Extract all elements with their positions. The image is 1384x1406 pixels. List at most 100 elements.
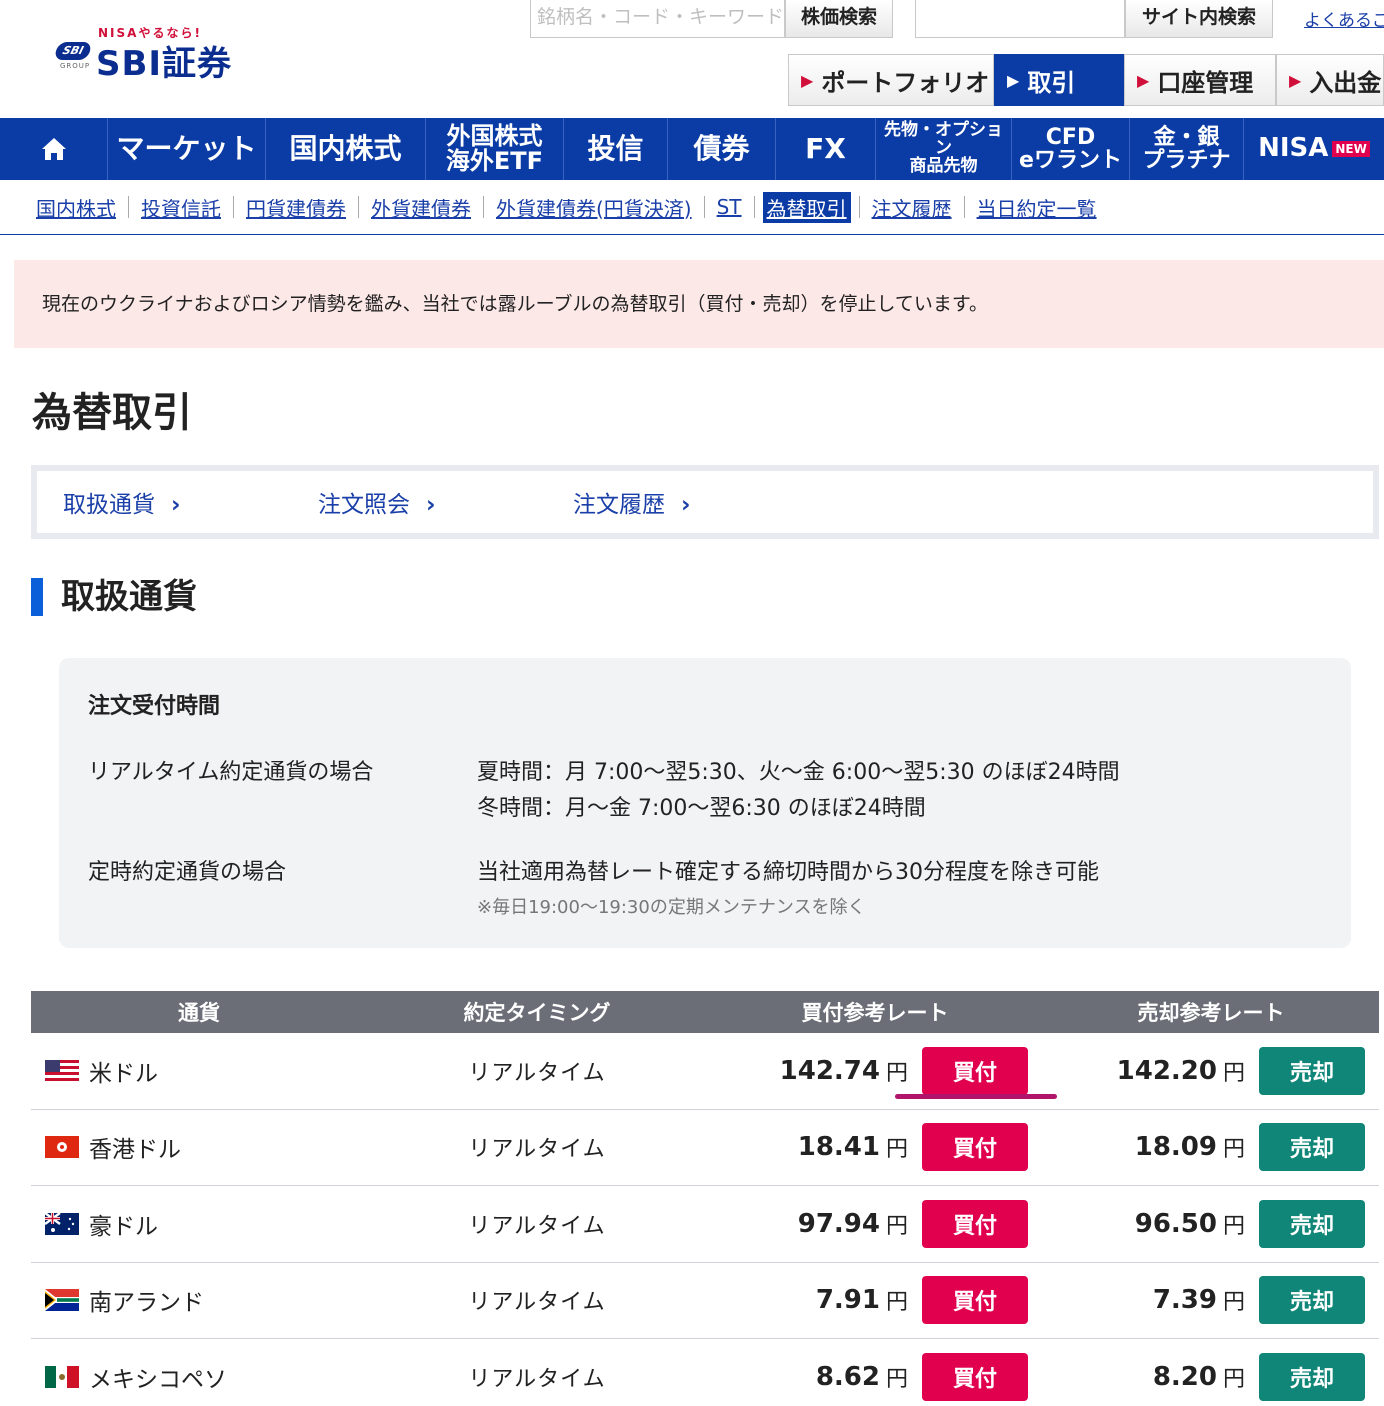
buy-cell: 142.74 円 買付 xyxy=(707,1046,1043,1095)
subnav-yen-bond[interactable]: 円貨建債券 xyxy=(234,193,358,222)
currency-cell: 南アランド xyxy=(31,1283,367,1317)
site-search-button[interactable]: サイト内検索 xyxy=(1125,0,1273,38)
anchor-currencies[interactable]: 取扱通貨 › xyxy=(63,485,318,519)
tab-label: 入出金 xyxy=(1309,68,1382,97)
nav-fx[interactable]: FX xyxy=(776,118,876,180)
yen-unit: 円 xyxy=(1222,1137,1245,1163)
anchor-label: 取扱通貨 xyxy=(63,492,155,518)
realtime-winter: 冬時間：月～金 7:00～翌6:30 のほぼ24時間 xyxy=(477,796,926,821)
buy-button[interactable]: 買付 xyxy=(922,1276,1028,1325)
sell-rate: 8.20 xyxy=(1152,1362,1217,1393)
buy-rate: 18.41 xyxy=(797,1132,880,1163)
anchor-order-history[interactable]: 注文履歴 › xyxy=(573,485,828,519)
subnav-order-history[interactable]: 注文履歴 xyxy=(860,193,964,222)
nav-futures[interactable]: 先物・オプション 商品先物 xyxy=(876,118,1012,180)
sell-button[interactable]: 売却 xyxy=(1259,1046,1365,1095)
nav-label: FX xyxy=(805,132,846,166)
nav-label-line2: 海外ETF xyxy=(445,147,544,175)
yen-unit: 円 xyxy=(885,1213,908,1239)
tab-deposit[interactable]: ▶ 入出金 xyxy=(1276,54,1384,106)
currency-cell: 米ドル xyxy=(31,1054,367,1088)
buy-button[interactable]: 買付 xyxy=(922,1046,1028,1095)
tab-label: ポートフォリオ xyxy=(821,68,990,97)
nav-label: 債券 xyxy=(693,132,750,166)
nav-gold[interactable]: 金・銀 プラチナ xyxy=(1130,118,1244,180)
yen-unit: 円 xyxy=(1222,1367,1245,1393)
yen-unit: 円 xyxy=(1222,1290,1245,1316)
subnav-today-executions[interactable]: 当日約定一覧 xyxy=(965,193,1109,222)
sub-nav: 国内株式 投資信託 円貨建債券 外貨建債券 外貨建債券(円貨決済) ST 為替取… xyxy=(0,180,1384,235)
sell-button[interactable]: 売却 xyxy=(1259,1199,1365,1248)
nav-label: 国内株式 xyxy=(289,132,402,166)
page-title: 為替取引 xyxy=(32,390,192,436)
table-row: 南アランド リアルタイム 7.91 円 買付 7.39 円 売却 xyxy=(31,1263,1379,1339)
logo-text: SBI証券 xyxy=(96,44,233,84)
subnav-fx-trade[interactable]: 為替取引 xyxy=(762,191,851,223)
col-currency: 通貨 xyxy=(178,1001,220,1025)
sell-button[interactable]: 売却 xyxy=(1259,1353,1365,1402)
subnav-domestic-stock[interactable]: 国内株式 xyxy=(34,193,128,222)
order-hours-box: 注文受付時間 リアルタイム約定通貨の場合 夏時間：月 7:00～翌5:30、火～… xyxy=(59,658,1351,948)
mx-flag-icon xyxy=(45,1366,79,1389)
sbi-group-badge-icon: SBI GROUP xyxy=(53,42,93,72)
table-header: 通貨 約定タイミング 買付参考レート 売却参考レート xyxy=(31,991,1379,1033)
ruble-notice: 現在のウクライナおよびロシア情勢を鑑み、当社では露ルーブルの為替取引（買付・売却… xyxy=(14,260,1384,348)
stock-search-button[interactable]: 株価検索 xyxy=(785,0,893,38)
logo-badge-sub: GROUP xyxy=(60,62,91,70)
nav-fund[interactable]: 投信 xyxy=(564,118,668,180)
nav-nisa[interactable]: NISA NEW xyxy=(1244,118,1384,180)
sell-button[interactable]: 売却 xyxy=(1259,1276,1365,1325)
chevron-right-icon: › xyxy=(426,492,436,518)
sell-button[interactable]: 売却 xyxy=(1259,1123,1365,1172)
site-search-input[interactable] xyxy=(915,0,1125,38)
nav-foreign-stock[interactable]: 外国株式 海外ETF xyxy=(426,118,564,180)
realtime-label: リアルタイム約定通貨の場合 xyxy=(88,760,374,785)
anchor-menu: 取扱通貨 › 注文照会 › 注文履歴 › xyxy=(31,465,1379,539)
nav-home[interactable] xyxy=(0,118,108,180)
tab-account[interactable]: ▶ 口座管理 xyxy=(1124,54,1276,106)
currency-name: 香港ドル xyxy=(89,1137,181,1164)
nav-label: NISA xyxy=(1258,133,1329,164)
buy-button[interactable]: 買付 xyxy=(922,1123,1028,1172)
subnav-foreign-bond[interactable]: 外貨建債券 xyxy=(359,193,483,222)
nav-bond[interactable]: 債券 xyxy=(668,118,776,180)
buy-button[interactable]: 買付 xyxy=(922,1353,1028,1402)
nav-domestic-stock[interactable]: 国内株式 xyxy=(266,118,426,180)
currency-name: 豪ドル xyxy=(89,1213,158,1240)
subnav-investment-trust[interactable]: 投資信託 xyxy=(129,193,233,222)
chevron-right-icon: › xyxy=(681,492,691,518)
currency-cell: 香港ドル xyxy=(31,1130,367,1164)
faq-link[interactable]: よくあるご xyxy=(1304,6,1384,31)
global-nav: マーケット 国内株式 外国株式 海外ETF 投信 債券 FX 先物・オプション 商品… xyxy=(0,118,1384,180)
timing-cell: リアルタイム xyxy=(468,1137,606,1163)
sbi-logo[interactable]: NISAやるなら! SBI GROUP SBI証券 xyxy=(53,22,256,84)
yen-unit: 円 xyxy=(885,1060,908,1086)
buy-rate: 8.62 xyxy=(815,1362,880,1393)
stock-search-input[interactable]: 銘柄名・コード・キーワード xyxy=(530,0,785,38)
currency-cell: 豪ドル xyxy=(31,1207,367,1241)
currency-table: 通貨 約定タイミング 買付参考レート 売却参考レート 米ドル リアルタイム 14… xyxy=(31,991,1379,1406)
sell-cell: 96.50 円 売却 xyxy=(1043,1199,1379,1248)
timing-cell: リアルタイム xyxy=(468,1213,606,1239)
triangle-right-icon: ▶ xyxy=(1007,70,1020,90)
currency-name: 南アランド xyxy=(89,1290,204,1317)
sell-cell: 18.09 円 売却 xyxy=(1043,1123,1379,1172)
sell-cell: 8.20 円 売却 xyxy=(1043,1353,1379,1402)
order-hours-heading: 注文受付時間 xyxy=(88,694,221,719)
sell-rate: 142.20 xyxy=(1116,1055,1217,1086)
tab-label: 取引 xyxy=(1027,68,1076,97)
tab-portfolio[interactable]: ▶ ポートフォリオ xyxy=(788,54,994,106)
subnav-st[interactable]: ST xyxy=(705,195,754,219)
subnav-divider xyxy=(753,196,755,218)
new-badge: NEW xyxy=(1332,141,1370,157)
anchor-order-inquiry[interactable]: 注文照会 › xyxy=(318,485,573,519)
nav-market[interactable]: マーケット xyxy=(108,118,266,180)
sell-rate: 18.09 xyxy=(1134,1132,1217,1163)
currency-name: 米ドル xyxy=(89,1060,158,1087)
subnav-foreign-bond-yen[interactable]: 外貨建債券(円貨決済) xyxy=(484,193,704,222)
tab-trade[interactable]: ▶ 取引 xyxy=(994,54,1124,106)
nav-cfd[interactable]: CFD eワラント xyxy=(1012,118,1130,180)
yen-unit: 円 xyxy=(885,1367,908,1393)
buy-button[interactable]: 買付 xyxy=(922,1199,1028,1248)
nav-label-line2: プラチナ xyxy=(1142,148,1231,173)
